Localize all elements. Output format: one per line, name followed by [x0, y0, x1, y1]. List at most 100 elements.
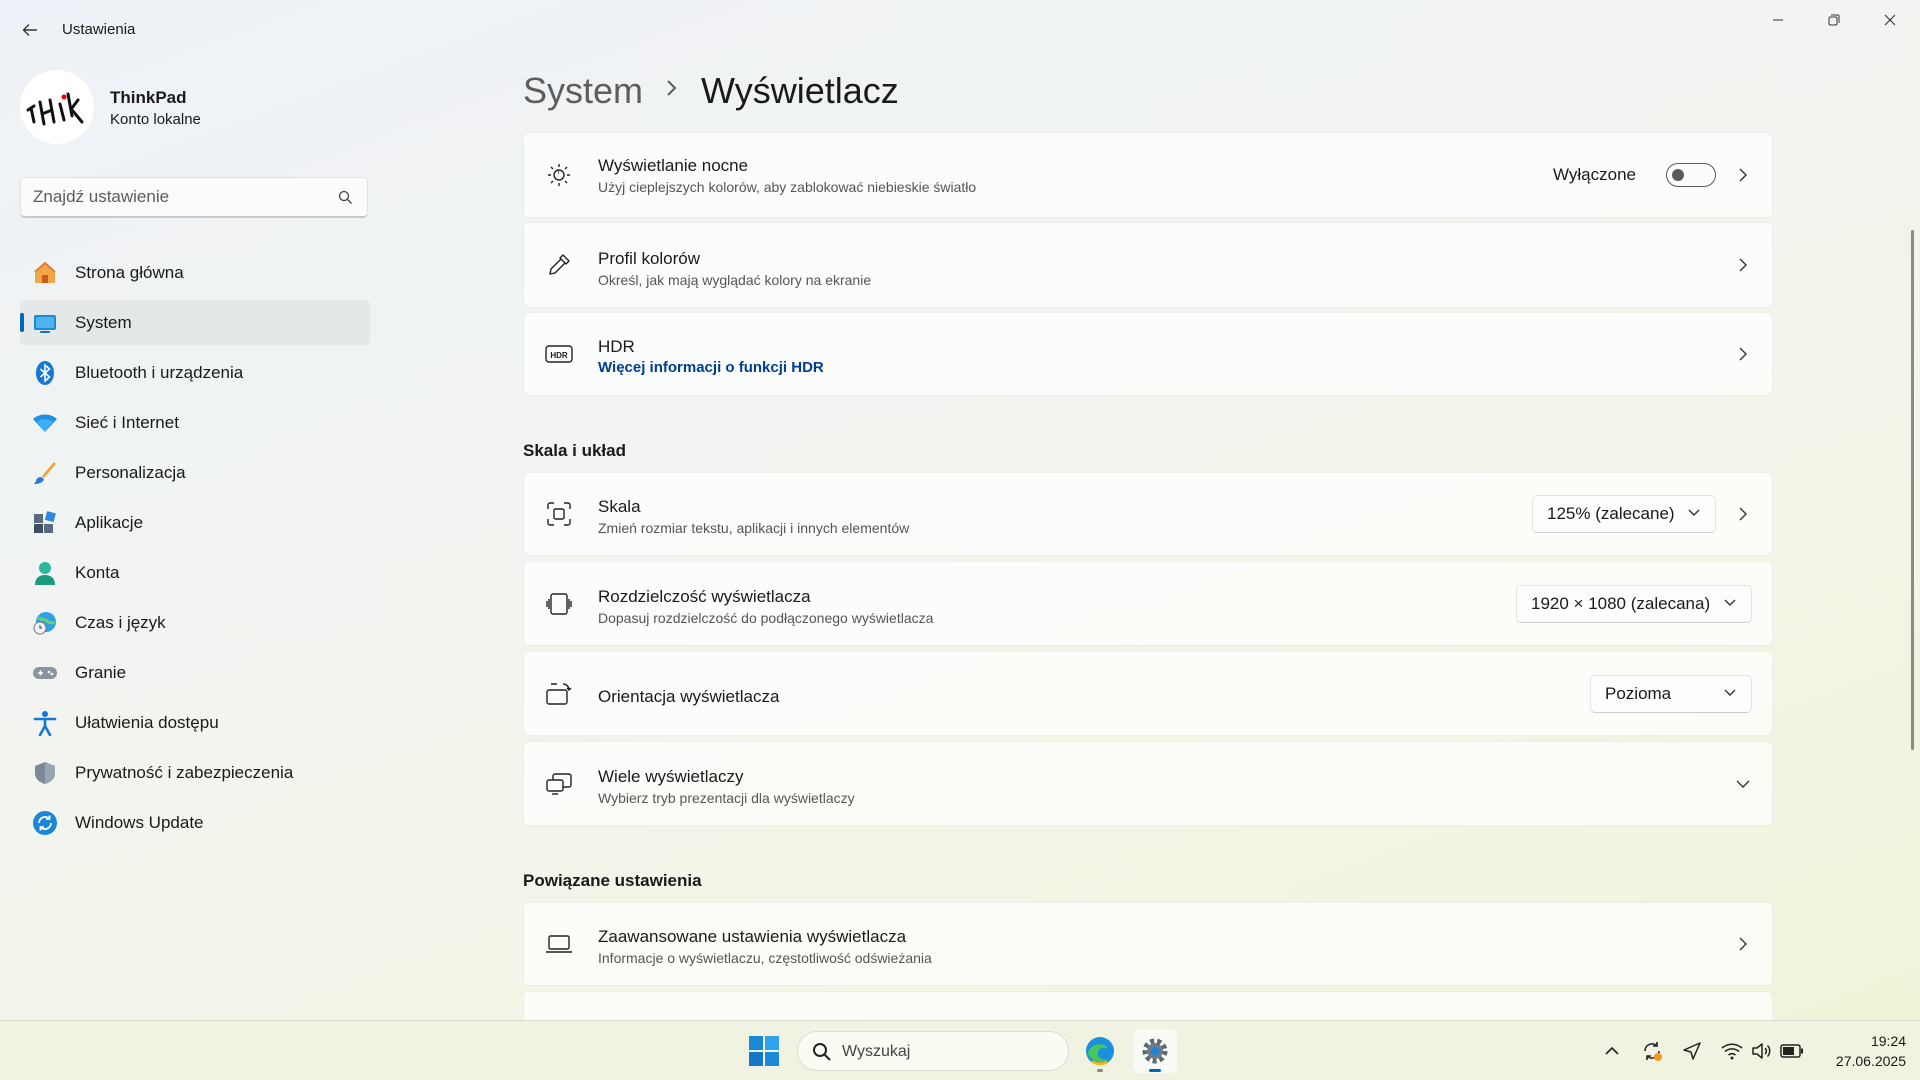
chevron-right-icon[interactable]	[1734, 345, 1752, 363]
taskbar-edge-app[interactable]	[1078, 1029, 1122, 1073]
avatar	[20, 70, 94, 144]
tray-volume-button[interactable]	[1750, 1039, 1774, 1063]
sidebar-item-privacy[interactable]: Prywatność i zabezpieczenia	[20, 750, 370, 795]
tray-location-button[interactable]	[1680, 1039, 1704, 1063]
sidebar-item-system[interactable]: System	[20, 300, 370, 345]
apps-icon	[32, 510, 58, 536]
home-icon	[32, 260, 58, 286]
page-title: Wyświetlacz	[701, 70, 899, 111]
globe-clock-icon	[32, 610, 58, 636]
sidebar-item-apps[interactable]: Aplikacje	[20, 500, 370, 545]
section-heading-related: Powiązane ustawienia	[523, 871, 702, 890]
sidebar-item-label: Konta	[75, 563, 120, 582]
hdr-info-link[interactable]: Więcej informacji o funkcji HDR	[598, 359, 824, 376]
sidebar-item-label: Czas i język	[75, 613, 166, 632]
chevron-down-icon	[1724, 599, 1736, 606]
orientation-value: Pozioma	[1605, 683, 1672, 703]
night-light-card[interactable]: Wyświetlanie nocne Użyj cieplejszych kol…	[523, 132, 1773, 218]
wifi-icon	[1721, 1043, 1743, 1060]
tray-battery-button[interactable]	[1780, 1039, 1804, 1063]
section-heading-scale: Skala i układ	[523, 441, 626, 460]
title-bar: Ustawienia	[0, 0, 1920, 60]
search-icon[interactable]	[338, 190, 353, 210]
brush-icon	[32, 460, 58, 486]
scale-dropdown[interactable]: 125% (zalecane)	[1532, 495, 1716, 533]
sidebar-item-bluetooth[interactable]: Bluetooth i urządzenia	[20, 350, 370, 395]
account-type: Konto lokalne	[110, 111, 201, 128]
chevron-right-icon[interactable]	[1734, 166, 1752, 184]
advanced-display-title: Zaawansowane ustawienia wyświetlacza	[598, 927, 907, 946]
scale-value: 125% (zalecane)	[1547, 504, 1675, 523]
sidebar-item-gaming[interactable]: Granie	[20, 650, 370, 695]
chevron-down-icon[interactable]	[1734, 775, 1752, 793]
taskbar-settings-app[interactable]	[1133, 1029, 1177, 1073]
orientation-title: Orientacja wyświetlacza	[598, 687, 780, 706]
sidebar-nav: Strona główna System Bluetooth i urządze…	[20, 250, 370, 850]
taskbar-clock[interactable]: 19:24 27.06.2025	[1812, 1031, 1906, 1071]
sidebar-item-accessibility[interactable]: Ułatwienia dostępu	[20, 700, 370, 745]
show-hidden-icons-button[interactable]	[1600, 1039, 1624, 1063]
color-profile-card[interactable]: Profil kolorów Określ, jak mają wyglądać…	[523, 222, 1773, 308]
multiple-displays-subtitle: Wybierz tryb prezentacji dla wyświetlacz…	[598, 790, 855, 806]
sidebar-item-personalization[interactable]: Personalizacja	[20, 450, 370, 495]
sidebar-item-label: Windows Update	[75, 813, 204, 832]
taskbar-search-label: Wyszukaj	[842, 1043, 911, 1060]
scale-title: Skala	[598, 497, 641, 516]
color-profile-subtitle: Określ, jak mają wyglądać kolory na ekra…	[598, 272, 872, 288]
scale-card[interactable]: Skala Zmień rozmiar tekstu, aplikacji i …	[523, 472, 1773, 556]
restore-icon	[1828, 14, 1840, 26]
account-icon	[32, 560, 58, 586]
windows-logo-icon	[749, 1036, 779, 1066]
restore-button[interactable]	[1806, 0, 1862, 40]
minimize-button[interactable]	[1750, 0, 1806, 40]
sidebar-item-home[interactable]: Strona główna	[20, 250, 370, 295]
breadcrumb-parent[interactable]: System	[523, 70, 643, 112]
orientation-card[interactable]: Orientacja wyświetlacza Pozioma	[523, 651, 1773, 736]
edge-icon	[1086, 1037, 1114, 1066]
bluetooth-icon	[32, 360, 58, 386]
color-profile-title: Profil kolorów	[598, 249, 701, 268]
chevron-right-icon	[665, 77, 679, 105]
start-button[interactable]	[748, 1035, 780, 1067]
user-profile[interactable]: ThinkPad Konto lokalne	[20, 70, 360, 146]
night-light-title: Wyświetlanie nocne	[598, 156, 749, 175]
accessibility-icon	[32, 710, 58, 736]
resolution-value: 1920 × 1080 (zalecana)	[1531, 593, 1711, 613]
chevron-right-icon[interactable]	[1734, 256, 1752, 274]
scale-subtitle: Zmień rozmiar tekstu, aplikacji i innych…	[598, 520, 910, 536]
close-icon	[1884, 14, 1896, 26]
scrollbar-thumb[interactable]	[1911, 230, 1914, 750]
close-button[interactable]	[1862, 0, 1918, 40]
settings-search[interactable]	[20, 177, 368, 218]
clock-date: 27.06.2025	[1835, 1053, 1906, 1069]
taskbar-search[interactable]: Wyszukaj	[797, 1031, 1069, 1071]
sidebar-item-time-language[interactable]: Czas i język	[20, 600, 370, 645]
multiple-displays-card[interactable]: Wiele wyświetlaczy Wybierz tryb prezenta…	[523, 741, 1773, 826]
update-icon	[32, 810, 58, 836]
gamepad-icon	[32, 660, 58, 686]
search-input[interactable]	[33, 186, 323, 208]
chevron-up-icon	[1605, 1046, 1619, 1055]
resolution-dropdown[interactable]: 1920 × 1080 (zalecana)	[1516, 584, 1752, 623]
chevron-right-icon[interactable]	[1734, 505, 1752, 523]
sidebar-item-accounts[interactable]: Konta	[20, 550, 370, 595]
back-button[interactable]	[14, 14, 46, 46]
sidebar-item-network[interactable]: Sieć i Internet	[20, 400, 370, 445]
advanced-display-card[interactable]: Zaawansowane ustawienia wyświetlacza Inf…	[523, 902, 1773, 986]
gear-icon	[1142, 1038, 1168, 1064]
tray-sync-button[interactable]	[1640, 1039, 1664, 1063]
night-light-toggle[interactable]	[1666, 163, 1716, 187]
resolution-card[interactable]: Rozdzielczość wyświetlacza Dopasuj rozdz…	[523, 561, 1773, 646]
speaker-icon	[1752, 1043, 1771, 1059]
hdr-card[interactable]: HDR HDR Więcej informacji o funkcji HDR	[523, 312, 1773, 396]
orientation-dropdown[interactable]: Pozioma	[1590, 674, 1752, 713]
orientation-icon	[544, 679, 574, 709]
chevron-right-icon[interactable]	[1734, 935, 1752, 953]
chevron-down-icon	[1688, 509, 1700, 516]
location-arrow-icon	[1683, 1042, 1701, 1060]
taskbar: Wyszukaj 19:24 27.06.2025	[0, 1020, 1920, 1080]
tray-wifi-button[interactable]	[1720, 1039, 1744, 1063]
sidebar-item-label: Prywatność i zabezpieczenia	[75, 763, 294, 782]
sidebar-item-label: Strona główna	[75, 263, 184, 282]
sidebar-item-windows-update[interactable]: Windows Update	[20, 800, 370, 845]
